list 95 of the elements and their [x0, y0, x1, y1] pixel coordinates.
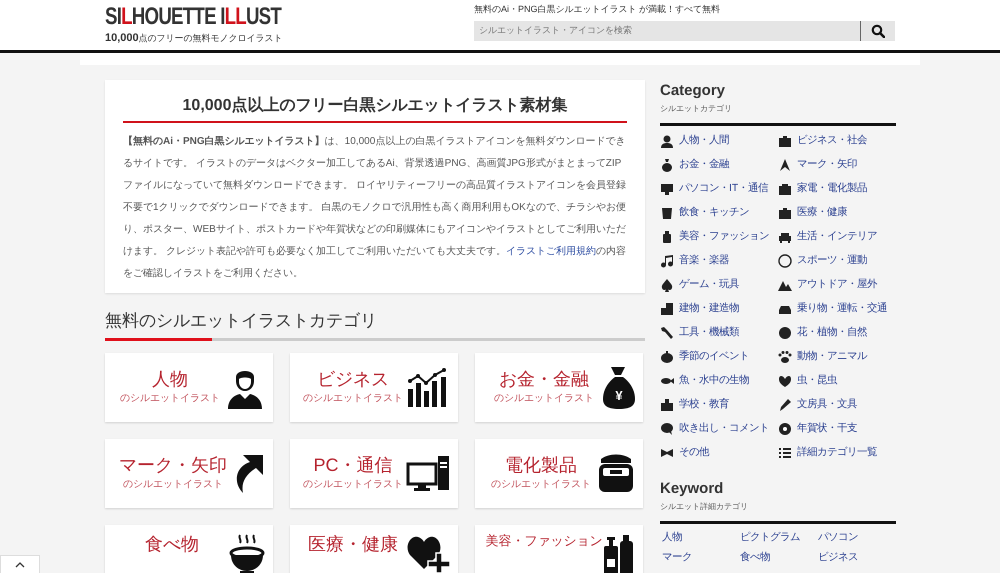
tile-title: お金・金融 [498, 368, 590, 391]
sidebar-category-link[interactable]: 詳細カテゴリ一覧 [778, 444, 896, 462]
keyword-link[interactable]: パソコン [818, 530, 896, 546]
monitor-icon [660, 182, 674, 196]
tile-title: マーク・矢印 [118, 454, 228, 477]
tile-subtitle: のシルエットイラスト [493, 392, 595, 406]
section-title: 無料のシルエットイラストカテゴリ [105, 311, 377, 330]
header-notice: 無料のAi・PNG白黒シルエットイラスト が満載！すべて無料 [474, 3, 722, 16]
chevron-up-icon [15, 562, 25, 568]
tile-title: PC・通信 [312, 454, 394, 477]
building-icon [660, 302, 674, 316]
cup-icon [660, 206, 674, 220]
sidebar-category-link[interactable]: 魚・水中の生物 [660, 372, 778, 390]
tile-title: 人物 [151, 368, 189, 391]
bottles-icon [603, 532, 635, 573]
paw-icon [778, 350, 792, 364]
arrowhead-icon [778, 158, 792, 172]
list-icon [778, 446, 792, 460]
sidebar-category-link[interactable]: 季節のイベント [660, 348, 778, 366]
bow-icon [660, 446, 674, 460]
sidebar-category-link[interactable]: 虫・昆虫 [778, 372, 896, 390]
sidebar-category-link[interactable]: 花・植物・自然 [778, 324, 896, 342]
sidebar-category-link[interactable]: 動物・アニマル [778, 348, 896, 366]
sidebar-category-link[interactable]: ビジネス・社会 [778, 132, 896, 150]
sidebar-category-link[interactable]: お金・金融 [660, 156, 778, 174]
tile-title: 美容・ファッション [485, 532, 603, 550]
keyword-link[interactable]: 人物 [662, 530, 740, 546]
sidebar-category-link[interactable]: 建物・建造物 [660, 300, 778, 318]
intro-paragraph: 【無料のAi・PNG白黒シルエットイラスト】は、10,000点以上の白黒イラストアイコンを無料ダウンロードできるサイトです。 イラストのデータはベクター加工してあるAi、背景透過PNG、高画質JPG形式がまとまってZIPファイルになっていて無料ダウンロードできます。 ロイヤリティーフリーの高品質イラストアイコンを会員登録不要で1クリックでダウンロードできます。 白黒のモノクロで汎用性も高く商用利用もOKなので、チラシやお便り、ポスター、WEBサイト、ポストカードや年賀状などの印刷媒体にもアイコンやイラストとしてご利用いただけます。 クレジット表記や許可も必要なく加工してご利用いただいても大丈夫です。イラストご利用規約の内容をご確認しイラストをご利用ください。 [123, 134, 627, 282]
sidebar-category-link[interactable]: 音楽・楽器 [660, 252, 778, 270]
sidebar-category-link[interactable]: 美容・ファッション [660, 228, 778, 246]
site-logo[interactable]: SILHOUETTE ILLUST [105, 5, 282, 29]
sidebar-category-link[interactable]: 学校・教育 [660, 396, 778, 414]
pumpkin-icon [660, 350, 674, 364]
sidebar-category-link[interactable]: 工具・機械類 [660, 324, 778, 342]
keyword-title: Keyword [660, 480, 724, 498]
tile-title: 食べ物 [144, 532, 200, 556]
category-tile[interactable]: 美容・ファッション [475, 524, 643, 573]
intro-title: 10,000点以上のフリー白黒シルエットイラスト素材集 [123, 96, 627, 124]
briefcase-icon [778, 134, 792, 148]
tile-subtitle: のシルエットイラスト [119, 392, 221, 406]
tile-subtitle: のシルエットイラスト [302, 478, 404, 492]
desktop-computer-icon [406, 454, 450, 492]
music-note-icon [660, 254, 674, 268]
keyword-link[interactable]: マーク [662, 550, 740, 566]
sidebar-category-link[interactable]: 年賀状・干支 [778, 420, 896, 438]
spade-icon [660, 278, 674, 292]
category-tile[interactable]: 食べ物 [105, 524, 273, 573]
sidebar-category-link[interactable]: 乗り物・運転・交通 [778, 300, 896, 318]
tile-title: ビジネス [316, 368, 390, 391]
site-tagline: 10,000点のフリーの無料モノクロイラスト [105, 30, 284, 46]
sidebar-category-link[interactable]: 飲食・キッチン [660, 204, 778, 222]
category-tile[interactable]: ビジネス のシルエットイラスト [290, 352, 458, 422]
keyword-link[interactable]: ビジネス [818, 550, 896, 566]
category-tile[interactable]: 電化製品 のシルエットイラスト [475, 438, 643, 508]
terms-link[interactable]: イラストご利用規約 [506, 246, 596, 258]
sidebar-category-link[interactable]: 家電・電化製品 [778, 180, 896, 198]
sidebar-category-link[interactable]: 吹き出し・コメント [660, 420, 778, 438]
keyword-link[interactable]: ピクトグラム [740, 530, 818, 546]
sidebar-category-link[interactable]: パソコン・IT・通信 [660, 180, 778, 198]
tile-subtitle: のシルエットイラスト [122, 478, 224, 492]
sidebar-category-link[interactable]: アウトドア・屋外 [778, 276, 896, 294]
sidebar-category-link[interactable]: 人物・人間 [660, 132, 778, 150]
person-icon [660, 134, 674, 148]
tile-title: 電化製品 [504, 454, 578, 477]
rice-cooker-icon [597, 453, 635, 494]
tile-subtitle: のシルエットイラスト [490, 478, 592, 492]
keyword-subtitle: シルエット詳細カテゴリ [660, 501, 749, 513]
sidebar-category-link[interactable]: 生活・インテリア [778, 228, 896, 246]
ball-icon [778, 254, 792, 268]
pen-icon [778, 398, 792, 412]
keyword-link[interactable]: 食べ物 [740, 550, 818, 566]
sidebar-category-link[interactable]: スポーツ・運動 [778, 252, 896, 270]
sidebar-category-link[interactable]: マーク・矢印 [778, 156, 896, 174]
sofa-icon [778, 230, 792, 244]
category-subtitle: シルエットカテゴリ [660, 103, 733, 115]
category-tile[interactable]: PC・通信 のシルエットイラスト [290, 438, 458, 508]
category-title: Category [660, 82, 726, 100]
steaming-bowl-icon [229, 532, 265, 573]
category-tile[interactable]: 医療・健康 [290, 524, 458, 573]
category-tile[interactable]: 人物 のシルエットイラスト [105, 352, 273, 422]
sidebar-category-link[interactable]: その他 [660, 444, 778, 462]
bottle-icon [660, 230, 674, 244]
money-bag-icon [660, 158, 674, 172]
school-icon [660, 398, 674, 412]
sidebar-category-link[interactable]: ゲーム・玩具 [660, 276, 778, 294]
tile-title: 医療・健康 [307, 532, 399, 556]
category-tile[interactable]: お金・金融 のシルエットイラスト ¥ [475, 352, 643, 422]
speech-bubble-icon [660, 422, 674, 436]
sidebar-category-link[interactable]: 医療・健康 [778, 204, 896, 222]
search-icon [871, 24, 885, 38]
tile-subtitle: のシルエットイラスト [302, 392, 404, 406]
category-tile[interactable]: マーク・矢印 のシルエットイラスト [105, 438, 273, 508]
sidebar-category-link[interactable]: 文房具・文具 [778, 396, 896, 414]
wrench-icon [660, 326, 674, 340]
